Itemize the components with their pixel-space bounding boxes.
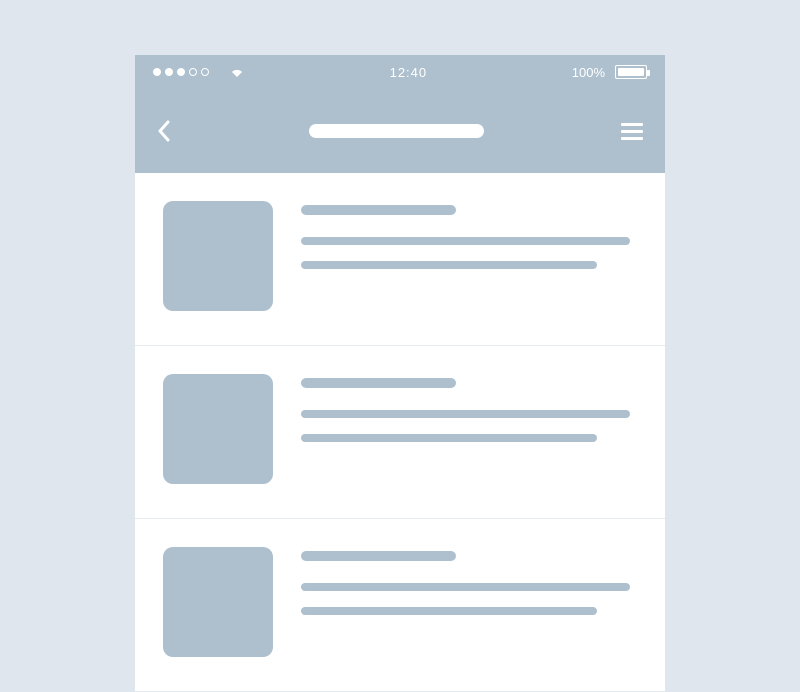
list-item[interactable] xyxy=(135,519,665,692)
battery-percent: 100% xyxy=(572,65,605,80)
list-item-line xyxy=(301,607,597,615)
list-item-title xyxy=(301,551,456,561)
list-item[interactable] xyxy=(135,173,665,346)
status-bar: 12:40 100% xyxy=(135,55,665,89)
list-content xyxy=(135,173,665,692)
back-button[interactable] xyxy=(157,120,171,142)
battery-icon xyxy=(615,65,647,79)
nav-bar xyxy=(135,89,665,173)
thumbnail-placeholder xyxy=(163,201,273,311)
list-item-line xyxy=(301,261,597,269)
list-item-line xyxy=(301,237,630,245)
list-item[interactable] xyxy=(135,346,665,519)
list-item-title xyxy=(301,205,456,215)
thumbnail-placeholder xyxy=(163,374,273,484)
status-time: 12:40 xyxy=(245,65,572,80)
list-item-line xyxy=(301,434,597,442)
list-item-text xyxy=(301,547,637,631)
list-item-text xyxy=(301,201,637,285)
page-title xyxy=(309,124,484,138)
phone-frame: 12:40 100% xyxy=(135,55,665,692)
wifi-icon xyxy=(229,66,245,78)
list-item-line xyxy=(301,583,630,591)
list-item-line xyxy=(301,410,630,418)
signal-dots-icon xyxy=(153,68,209,76)
thumbnail-placeholder xyxy=(163,547,273,657)
menu-icon[interactable] xyxy=(621,123,643,140)
list-item-title xyxy=(301,378,456,388)
list-item-text xyxy=(301,374,637,458)
